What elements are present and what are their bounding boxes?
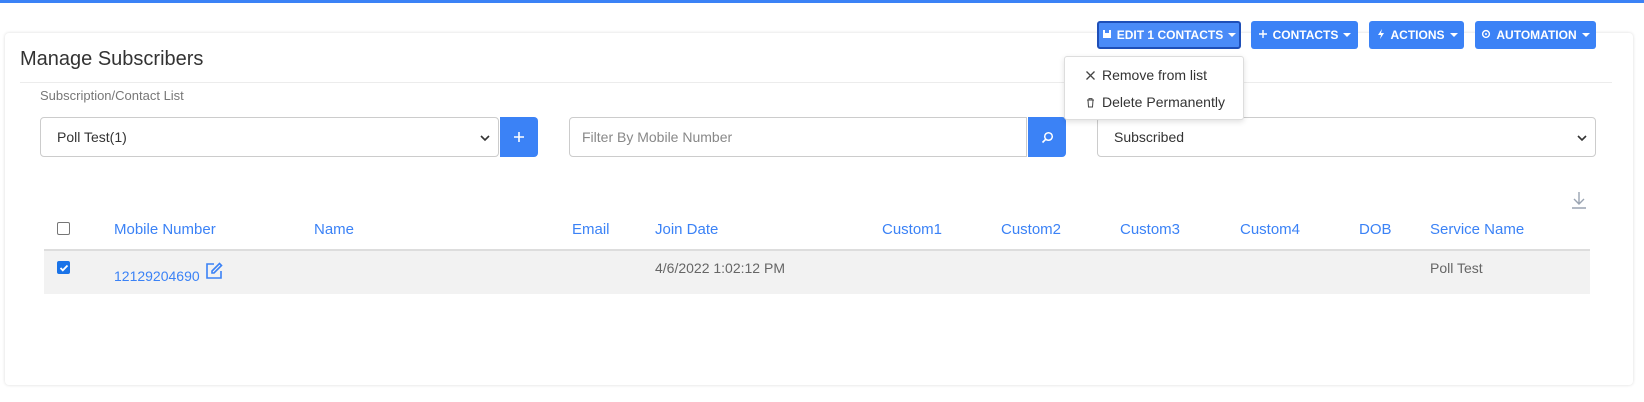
bolt-icon bbox=[1376, 28, 1386, 42]
save-icon bbox=[1102, 28, 1112, 42]
content-card bbox=[5, 33, 1633, 385]
edit-contact-button[interactable] bbox=[204, 261, 224, 286]
row-service-name: Poll Test bbox=[1430, 260, 1483, 276]
chevron-down-icon bbox=[1577, 135, 1587, 142]
row-mobile-number-link[interactable]: 12129204690 bbox=[114, 268, 200, 284]
automation-button[interactable]: AUTOMATION bbox=[1475, 21, 1596, 49]
remove-from-list-item[interactable]: Remove from list bbox=[1085, 67, 1207, 83]
header-custom4[interactable]: Custom4 bbox=[1240, 221, 1300, 238]
row-checkbox[interactable] bbox=[57, 261, 70, 274]
subscription-list-select[interactable]: Poll Test(1) bbox=[40, 117, 499, 157]
header-custom3[interactable]: Custom3 bbox=[1120, 221, 1180, 238]
actions-label: ACTIONS bbox=[1390, 28, 1445, 42]
subscription-status-value: Subscribed bbox=[1114, 129, 1185, 145]
mobile-filter-placeholder: Filter By Mobile Number bbox=[582, 129, 733, 145]
header-custom2[interactable]: Custom2 bbox=[1001, 221, 1061, 238]
edit-contacts-button[interactable]: EDIT 1 CONTACTS bbox=[1097, 21, 1241, 49]
row-join-date: 4/6/2022 1:02:12 PM bbox=[655, 260, 785, 276]
caret-down-icon bbox=[1343, 33, 1352, 37]
trash-icon bbox=[1087, 97, 1094, 107]
select-all-checkbox[interactable] bbox=[57, 222, 70, 235]
table-row bbox=[44, 250, 1590, 294]
search-button[interactable] bbox=[1028, 117, 1066, 157]
gear-icon bbox=[1481, 28, 1491, 42]
header-email[interactable]: Email bbox=[572, 221, 610, 238]
subscription-status-select[interactable]: Subscribed bbox=[1097, 117, 1596, 157]
subscription-list-value: Poll Test(1) bbox=[57, 129, 127, 145]
automation-label: AUTOMATION bbox=[1496, 28, 1577, 42]
contacts-button[interactable]: CONTACTS bbox=[1251, 21, 1358, 49]
delete-permanently-label: Delete Permanently bbox=[1102, 94, 1225, 110]
chevron-down-icon bbox=[480, 135, 490, 142]
caret-down-icon bbox=[1228, 33, 1237, 37]
header-service-name[interactable]: Service Name bbox=[1430, 221, 1524, 238]
title-divider bbox=[20, 82, 1612, 83]
contacts-label: CONTACTS bbox=[1272, 28, 1339, 42]
delete-permanently-item[interactable]: Delete Permanently bbox=[1085, 94, 1225, 110]
search-icon bbox=[1041, 131, 1053, 143]
edit-contacts-label: EDIT 1 CONTACTS bbox=[1116, 28, 1224, 42]
plus-icon bbox=[1258, 28, 1268, 42]
actions-button[interactable]: ACTIONS bbox=[1369, 21, 1464, 49]
page-title: Manage Subscribers bbox=[20, 48, 204, 70]
header-mobile-number[interactable]: Mobile Number bbox=[114, 221, 216, 238]
edit-icon bbox=[206, 262, 223, 279]
header-join-date[interactable]: Join Date bbox=[655, 221, 718, 238]
caret-down-icon bbox=[1449, 33, 1458, 37]
download-icon bbox=[1572, 192, 1586, 209]
plus-icon bbox=[514, 132, 524, 142]
top-accent-bar bbox=[0, 0, 1644, 3]
add-list-button[interactable] bbox=[500, 117, 538, 157]
remove-from-list-label: Remove from list bbox=[1102, 67, 1208, 83]
check-icon bbox=[59, 264, 68, 272]
edit-contacts-dropdown: Remove from list Delete Permanently bbox=[1064, 56, 1244, 120]
subscription-list-label: Subscription/Contact List bbox=[40, 88, 184, 103]
caret-down-icon bbox=[1581, 33, 1590, 37]
mobile-filter-input[interactable]: Filter By Mobile Number bbox=[569, 117, 1027, 157]
header-dob[interactable]: DOB bbox=[1359, 221, 1392, 238]
close-icon bbox=[1086, 70, 1095, 80]
download-button[interactable] bbox=[1570, 190, 1588, 215]
header-custom1[interactable]: Custom1 bbox=[882, 221, 942, 238]
header-name[interactable]: Name bbox=[314, 221, 354, 238]
